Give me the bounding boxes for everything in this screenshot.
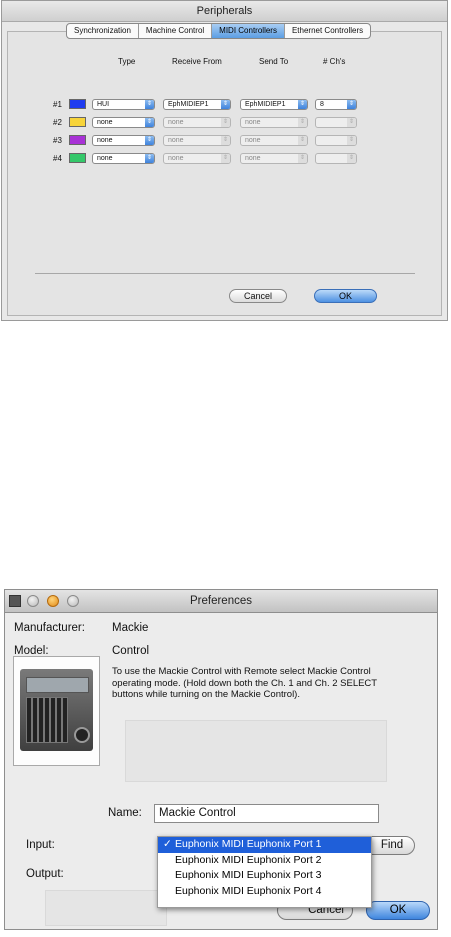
select-value: none [168, 119, 184, 126]
send-to-select: none ⇕ [240, 117, 308, 128]
input-port-menu[interactable]: ✓ Euphonix MIDI Euphonix Port 1 Euphonix M… [157, 836, 372, 908]
color-swatch[interactable] [69, 117, 86, 127]
channels-select: ⇕ [315, 117, 357, 128]
tab-bar: Synchronization Machine Control MIDI Con… [66, 23, 372, 39]
row-label: #1 [53, 100, 62, 109]
select-value: none [97, 137, 113, 144]
manufacturer-label: Manufacturer: [14, 622, 85, 634]
column-header-receive-from: Receive From [172, 57, 222, 66]
menu-item-port-3[interactable]: Euphonix MIDI Euphonix Port 3 [158, 868, 371, 884]
channels-select: ⇕ [315, 153, 357, 164]
ok-button[interactable]: OK [366, 901, 430, 920]
select-arrows-icon: ⇕ [145, 100, 154, 109]
color-swatch[interactable] [69, 135, 86, 145]
column-header-send-to: Send To [259, 57, 289, 66]
window-title: Preferences [189, 595, 252, 607]
select-arrows-icon: ⇕ [298, 154, 307, 163]
color-swatch[interactable] [69, 99, 86, 109]
select-value: 8 [320, 101, 324, 108]
select-value: none [245, 155, 261, 162]
window-title: Peripherals [2, 1, 447, 22]
select-value: HUI [97, 101, 110, 108]
checkmark-icon: ✓ [163, 838, 172, 850]
row-label: #2 [53, 118, 62, 127]
receive-from-select: none ⇕ [163, 135, 231, 146]
titlebar: Preferences [5, 590, 437, 613]
select-arrows-icon: ⇕ [347, 100, 356, 109]
menu-item-label: Euphonix MIDI Euphonix Port 1 [175, 838, 322, 850]
select-arrows-icon: ⇕ [221, 100, 230, 109]
device-image [13, 656, 100, 766]
tab-ethernet-controllers[interactable]: Ethernet Controllers [285, 24, 370, 38]
select-arrows-icon: ⇕ [221, 154, 230, 163]
send-to-select: none ⇕ [240, 153, 308, 164]
channels-select[interactable]: 8 ⇕ [315, 99, 357, 110]
channels-select: ⇕ [315, 135, 357, 146]
peripherals-window: Peripherals Synchronization Machine Cont… [1, 0, 448, 321]
name-label: Name: [108, 807, 142, 819]
preferences-window: Preferences Manufacturer: Mackie Model: … [4, 589, 438, 930]
divider [35, 273, 415, 274]
tab-midi-controllers[interactable]: MIDI Controllers [212, 24, 285, 38]
select-value: none [245, 119, 261, 126]
select-arrows-icon: ⇕ [145, 118, 154, 127]
type-select[interactable]: HUI ⇕ [92, 99, 155, 110]
select-value: EphMIDIEP1 [245, 101, 286, 108]
select-arrows-icon: ⇕ [298, 118, 307, 127]
select-arrows-icon: ⇕ [145, 136, 154, 145]
receive-from-select: none ⇕ [163, 153, 231, 164]
select-arrows-icon: ⇕ [298, 100, 307, 109]
menu-item-port-1[interactable]: ✓ Euphonix MIDI Euphonix Port 1 [158, 837, 371, 853]
menu-item-label: Euphonix MIDI Euphonix Port 3 [175, 869, 322, 881]
select-value: none [97, 119, 113, 126]
receive-from-select: none ⇕ [163, 117, 231, 128]
select-value: none [168, 155, 184, 162]
select-arrows-icon: ⇕ [221, 136, 230, 145]
select-arrows-icon: ⇕ [347, 154, 356, 163]
send-to-select: none ⇕ [240, 135, 308, 146]
select-value: none [245, 137, 261, 144]
tab-synchronization[interactable]: Synchronization [67, 24, 139, 38]
type-select[interactable]: none ⇕ [92, 153, 155, 164]
tab-machine-control[interactable]: Machine Control [139, 24, 213, 38]
color-swatch[interactable] [69, 153, 86, 163]
select-value: EphMIDIEP1 [168, 101, 209, 108]
menu-item-port-4[interactable]: Euphonix MIDI Euphonix Port 4 [158, 884, 371, 900]
cancel-button[interactable]: Cancel [229, 289, 287, 303]
manufacturer-value: Mackie [112, 622, 149, 634]
input-label: Input: [26, 839, 55, 851]
select-arrows-icon: ⇕ [347, 136, 356, 145]
column-header-channels: # Ch's [323, 57, 346, 66]
column-header-type: Type [118, 57, 136, 66]
menu-item-label: Euphonix MIDI Euphonix Port 2 [175, 853, 322, 866]
select-arrows-icon: ⇕ [221, 118, 230, 127]
name-field[interactable]: Mackie Control [154, 804, 379, 823]
menu-item-label: Euphonix MIDI Euphonix Port 4 [175, 884, 322, 897]
type-select[interactable]: none ⇕ [92, 135, 155, 146]
row-label: #3 [53, 136, 62, 145]
receive-from-select[interactable]: EphMIDIEP1 ⇕ [163, 99, 231, 110]
model-value: Control [112, 645, 150, 657]
background-window [45, 890, 167, 926]
ok-button[interactable]: OK [314, 289, 377, 303]
send-to-select[interactable]: EphMIDIEP1 ⇕ [240, 99, 308, 110]
background-window [125, 720, 387, 782]
select-arrows-icon: ⇕ [347, 118, 356, 127]
row-label: #4 [53, 154, 62, 163]
type-select[interactable]: none ⇕ [92, 117, 155, 128]
menu-item-port-2[interactable]: Euphonix MIDI Euphonix Port 2 [158, 853, 371, 869]
select-value: none [168, 137, 184, 144]
output-label: Output: [26, 868, 64, 880]
select-arrows-icon: ⇕ [298, 136, 307, 145]
select-arrows-icon: ⇕ [145, 154, 154, 163]
device-description: To use the Mackie Control with Remote se… [112, 666, 377, 700]
select-value: none [97, 155, 113, 162]
